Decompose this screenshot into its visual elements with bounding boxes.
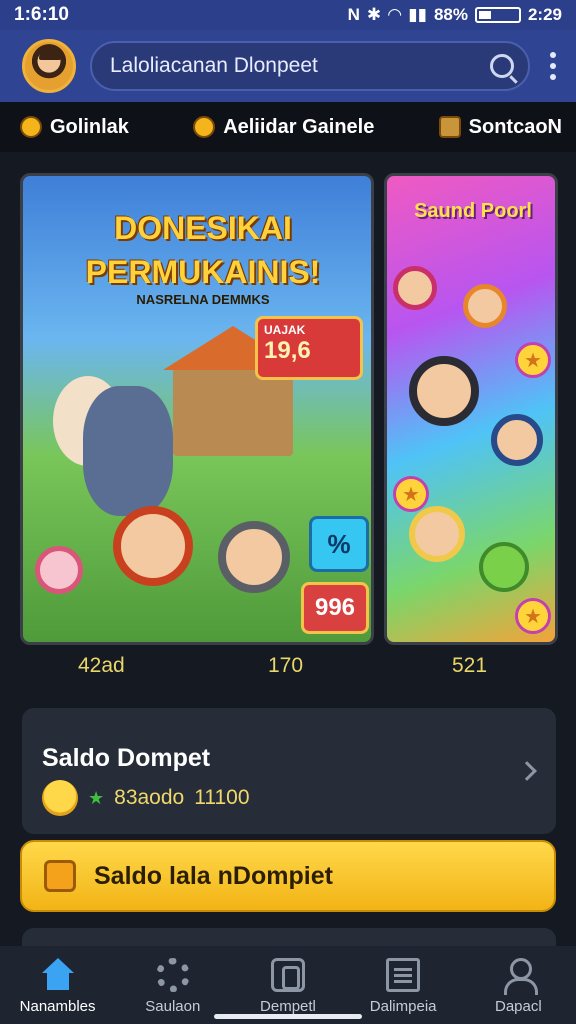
home-icon <box>41 958 75 992</box>
banner-title: DONESIKAI PERMUKAINIS! <box>85 210 321 290</box>
wallet-title: Saldo Dompet <box>42 744 211 772</box>
status-icons: N ✱ ◠ ▮▮ 88% 2:29 <box>348 5 562 25</box>
banner2-title: Saund Poorl <box>414 200 532 222</box>
bottom-nav: Nanambles Saulaon Dempetl Dalimpeia Dapa… <box>0 946 576 1024</box>
cta-label: Saldo lala nDompiet <box>94 861 333 890</box>
character-illustration <box>463 284 507 328</box>
category-label: Aeliidar Gainele <box>223 115 375 138</box>
coin-icon <box>193 116 216 138</box>
search-bar[interactable]: Laloliacanan Dlonpeet <box>90 41 530 91</box>
search-icon[interactable] <box>490 54 514 78</box>
nav-label: Dapacl <box>494 998 542 1015</box>
promo-banner-side[interactable]: Saund Poorl ★ ★ ★ <box>384 173 558 645</box>
star-coin-icon: ★ <box>393 476 429 512</box>
nav-item-wallet[interactable]: Dempetl <box>233 958 343 1015</box>
character-illustration <box>393 266 437 310</box>
nav-item-home[interactable]: Nanambles <box>3 958 113 1015</box>
category-item-3[interactable]: SontcaoN <box>438 115 562 139</box>
character-illustration <box>491 414 543 466</box>
character-illustration <box>113 506 193 586</box>
character-illustration <box>479 542 529 592</box>
home-indicator[interactable] <box>214 1014 362 1019</box>
banner-count-left: 42ad <box>78 654 125 677</box>
app-header: Laloliacanan Dlonpeet <box>0 30 576 102</box>
status-time: 1:6:10 <box>14 4 69 25</box>
value-chip: 996 <box>301 582 369 634</box>
character-illustration <box>83 386 173 516</box>
category-item-1[interactable]: Golinlak <box>20 116 129 139</box>
star-coin-icon: ★ <box>515 598 551 634</box>
percent-chip: % <box>309 516 369 572</box>
wallet-icon <box>44 860 76 892</box>
wallet-balance-value: 11100 <box>194 786 250 809</box>
wallet-balance-label: 83aodo <box>114 786 185 809</box>
banner-badge: UAJAK 19,6 <box>255 316 363 380</box>
nfc-icon: N <box>347 5 360 24</box>
user-icon <box>501 958 539 995</box>
chest-icon <box>438 116 461 138</box>
coin-icon <box>20 116 42 138</box>
character-illustration <box>218 521 290 593</box>
search-input[interactable]: Laloliacanan Dlonpeet <box>110 54 318 78</box>
banner-count-middle: 170 <box>268 654 304 677</box>
wallet-balance-row: ★ 83aodo 11100 <box>42 780 250 816</box>
more-menu-icon[interactable] <box>544 52 562 80</box>
chevron-right-icon[interactable] <box>517 761 537 781</box>
category-label: Golinlak <box>50 115 129 138</box>
emoji-icon <box>42 780 78 816</box>
nav-label: Saulaon <box>145 998 201 1015</box>
bluetooth-icon: ✱ <box>366 5 382 24</box>
banner-subtitle: NASRELNA DEMMKS <box>136 292 270 307</box>
nav-item-profile[interactable]: Dapacl <box>463 958 573 1015</box>
character-illustration <box>35 546 83 594</box>
banner-count-right: 521 <box>452 654 488 677</box>
category-item-2[interactable]: Aeliidar Gainele <box>193 116 374 139</box>
wallet-card[interactable]: Saldo Dompet ★ 83aodo 11100 <box>22 708 556 834</box>
nav-label: Nanambles <box>19 998 96 1015</box>
character-illustration <box>409 506 465 562</box>
nav-item-history[interactable]: Dalimpeia <box>348 958 458 1015</box>
status-bar: 1:6:10 N ✱ ◠ ▮▮ 88% 2:29 <box>0 0 576 30</box>
wifi-icon: ◠ <box>388 5 402 24</box>
nav-label: Dempetl <box>260 998 316 1015</box>
star-icon: ★ <box>88 787 105 808</box>
gear-icon <box>155 958 190 992</box>
nav-label: Dalimpeia <box>369 998 437 1015</box>
battery-icon <box>474 7 521 23</box>
signal-icon: ▮▮ <box>408 5 427 24</box>
promo-banner-main[interactable]: DONESIKAI PERMUKAINIS! NASRELNA DEMMKS U… <box>20 173 374 645</box>
nav-item-settings[interactable]: Saulaon <box>118 958 228 1015</box>
star-coin-icon: ★ <box>515 342 551 378</box>
avatar[interactable] <box>22 39 76 93</box>
wallet-cta-button[interactable]: Saldo lala nDompiet <box>20 840 556 912</box>
list-icon <box>386 958 421 992</box>
battery-text: 88% <box>433 5 468 24</box>
wallet-icon <box>270 958 305 992</box>
category-label: SontcaoN <box>468 115 562 138</box>
status-clock-right: 2:29 <box>527 5 562 24</box>
character-illustration <box>409 356 479 426</box>
category-bar: Golinlak Aeliidar Gainele SontcaoN <box>0 102 576 152</box>
